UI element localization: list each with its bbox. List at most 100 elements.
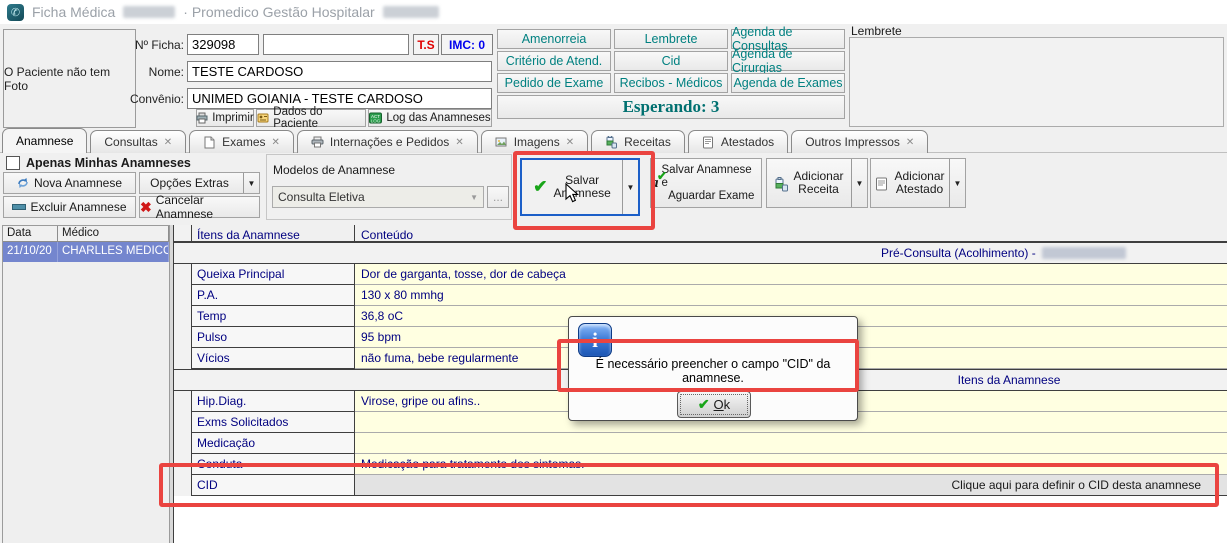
quick-button-pedido-exame[interactable]: Pedido de Exame bbox=[497, 73, 611, 93]
close-icon[interactable]: ✕ bbox=[272, 137, 280, 148]
nome-label: Nome: bbox=[120, 65, 184, 79]
apenas-minhas-label: Apenas Minhas Anamneses bbox=[26, 156, 191, 170]
ficha-input[interactable]: 329098 bbox=[187, 34, 259, 55]
section-row-pre-consulta: Pré-Consulta (Acolhimento) - bbox=[174, 242, 1227, 264]
ficha-secondary-input[interactable] bbox=[263, 34, 409, 55]
anamnese-row-conduta[interactable]: CondutaMedicação para tratamento dos sin… bbox=[174, 454, 1227, 475]
apenas-minhas-checkbox[interactable] bbox=[6, 156, 20, 170]
info-icon: i bbox=[578, 323, 612, 357]
redacted-suffix bbox=[383, 6, 439, 18]
imc-button[interactable]: IMC: 0 bbox=[441, 34, 493, 55]
adicionar-receita-button[interactable]: AdicionarReceita ▼ bbox=[766, 158, 868, 208]
title-bar: ✆ Ficha Médica · Promedico Gestão Hospit… bbox=[0, 0, 1227, 24]
app-icon: ✆ bbox=[7, 4, 24, 21]
tab-consultas[interactable]: Consultas✕ bbox=[90, 130, 186, 153]
printer-icon bbox=[311, 136, 324, 149]
anamnese-row-pa[interactable]: P.A.130 x 80 mmhg bbox=[174, 285, 1227, 306]
patient-photo-placeholder: O Paciente não tem Foto bbox=[3, 29, 136, 128]
excluir-anamnese-button[interactable]: Excluir Anamnese bbox=[3, 196, 136, 218]
anamnese-log-button[interactable]: ACTLOG Log das Anamneses bbox=[368, 109, 492, 127]
modelos-group: Modelos de Anamnese Consulta Eletiva ▼ .… bbox=[266, 154, 512, 220]
ts-button[interactable]: T.S bbox=[413, 34, 439, 55]
chevron-down-icon[interactable]: ▼ bbox=[851, 159, 867, 207]
cid-define-link[interactable]: Clique aqui para definir o CID desta ana… bbox=[355, 475, 1227, 496]
chevron-down-icon[interactable]: ▼ bbox=[949, 159, 965, 207]
anamnese-row-medicacao[interactable]: Medicação bbox=[174, 433, 1227, 454]
check-icon: ✔ bbox=[698, 396, 710, 413]
quick-button-lembrete[interactable]: Lembrete bbox=[614, 29, 728, 49]
tab-atestados[interactable]: Atestados bbox=[688, 130, 788, 153]
window-title: Ficha Médica bbox=[32, 4, 115, 20]
indicator-column-header bbox=[174, 225, 192, 241]
anamnese-history-grid: Data Médico 21/10/20 CHARLLES MEDICO bbox=[2, 225, 170, 543]
lembrete-label: Lembrete bbox=[851, 24, 902, 38]
quick-button-amenorreia[interactable]: Amenorreia bbox=[497, 29, 611, 49]
quick-button-cid[interactable]: Cid bbox=[614, 51, 728, 71]
image-icon bbox=[495, 136, 508, 149]
no-photo-label: O Paciente não tem Foto bbox=[4, 65, 135, 93]
modelos-select[interactable]: Consulta Eletiva ▼ bbox=[272, 186, 484, 208]
quick-button-recibos-medicos[interactable]: Recibos - Médicos bbox=[614, 73, 728, 93]
mouse-cursor bbox=[563, 183, 583, 203]
flask-icon bbox=[605, 136, 618, 149]
convenio-label: Convênio: bbox=[108, 92, 184, 106]
dialog-message: É necessário preencher o campo "CID" da … bbox=[569, 357, 857, 385]
exam-page-icon bbox=[203, 136, 216, 149]
column-header-conteudo: Conteúdo bbox=[355, 225, 1227, 241]
tab-receitas[interactable]: Receitas bbox=[591, 130, 685, 153]
new-anamnese-icon bbox=[17, 177, 30, 190]
nome-input[interactable]: TESTE CARDOSO bbox=[187, 61, 492, 82]
column-header-medico[interactable]: Médico bbox=[58, 226, 169, 242]
close-icon[interactable]: ✕ bbox=[566, 137, 574, 148]
modelos-more-button[interactable]: ... bbox=[487, 186, 509, 208]
tab-imagens[interactable]: Imagens✕ bbox=[481, 130, 588, 153]
esperando-counter: Esperando: 3 bbox=[497, 95, 845, 119]
patient-data-button[interactable]: Dados do Paciente bbox=[256, 109, 366, 127]
redacted-name bbox=[123, 6, 175, 18]
cid-warning-dialog: i É necessário preencher o campo "CID" d… bbox=[568, 316, 858, 421]
svg-text:LOG: LOG bbox=[371, 118, 381, 123]
quick-button-agenda-consultas[interactable]: Agenda de Consultas bbox=[731, 29, 845, 49]
filter-checkbox-row: Apenas Minhas Anamneses bbox=[6, 156, 191, 170]
close-icon[interactable]: ✕ bbox=[455, 137, 463, 148]
opcoes-extras-button[interactable]: Opções Extras ▼ bbox=[139, 172, 260, 194]
chevron-down-icon[interactable]: ▼ bbox=[622, 160, 638, 214]
history-row-selected[interactable]: 21/10/20 CHARLLES MEDICO bbox=[3, 242, 169, 262]
salvar-aguardar-exame-button[interactable]: a✔ Salvar Anamnese eAguardar Exame bbox=[650, 158, 762, 208]
close-icon[interactable]: ✕ bbox=[906, 137, 914, 148]
tab-outros-impressos[interactable]: Outros Impressos✕ bbox=[791, 130, 928, 153]
modelos-label: Modelos de Anamnese bbox=[273, 163, 395, 177]
printer-icon bbox=[196, 112, 208, 125]
column-header-data[interactable]: Data bbox=[3, 226, 58, 242]
remove-icon bbox=[12, 204, 26, 210]
ok-button[interactable]: ✔ Ok bbox=[677, 391, 751, 418]
print-button[interactable]: Imprimir bbox=[196, 109, 254, 127]
redacted-professional bbox=[1042, 247, 1126, 259]
check-icon: ✔ bbox=[533, 177, 547, 197]
tab-internacoes-pedidos[interactable]: Internações e Pedidos✕ bbox=[297, 130, 478, 153]
document-icon bbox=[702, 136, 715, 149]
window-subtitle: · Promedico Gestão Hospitalar bbox=[183, 4, 374, 20]
cancel-x-icon: ✖ bbox=[140, 199, 152, 216]
tab-anamnese[interactable]: Anamnese bbox=[2, 128, 87, 153]
a-check-icon: a✔ bbox=[651, 175, 659, 192]
anamnese-row-queixa[interactable]: Queixa PrincipalDor de garganta, tosse, … bbox=[174, 264, 1227, 285]
lembrete-box[interactable] bbox=[849, 37, 1224, 127]
quick-button-agenda-cirurgias[interactable]: Agenda de Cirurgias bbox=[731, 51, 845, 71]
anamnese-row-cid[interactable]: CIDClique aqui para definir o CID desta … bbox=[174, 475, 1227, 496]
column-header-itens: Ítens da Anamnese bbox=[192, 225, 355, 241]
quick-button-criterio-atend[interactable]: Critério de Atend. bbox=[497, 51, 611, 71]
adicionar-atestado-button[interactable]: AdicionarAtestado ▼ bbox=[870, 158, 966, 208]
flask-icon bbox=[774, 177, 787, 190]
ficha-label: Nº Ficha: bbox=[120, 38, 184, 52]
quick-button-agenda-exames[interactable]: Agenda de Exames bbox=[731, 73, 845, 93]
cancelar-anamnese-button[interactable]: ✖ Cancelar Anamnese bbox=[139, 196, 260, 218]
patient-card-icon bbox=[257, 112, 269, 125]
close-icon[interactable]: ✕ bbox=[164, 137, 172, 148]
tab-bar: Anamnese Consultas✕ Exames✕ Internações … bbox=[2, 129, 928, 153]
log-icon: ACTLOG bbox=[369, 112, 382, 125]
chevron-down-icon[interactable]: ▼ bbox=[243, 173, 259, 193]
tab-exames[interactable]: Exames✕ bbox=[189, 130, 294, 153]
nova-anamnese-button[interactable]: Nova Anamnese bbox=[3, 172, 136, 194]
chevron-down-icon: ▼ bbox=[470, 193, 478, 202]
